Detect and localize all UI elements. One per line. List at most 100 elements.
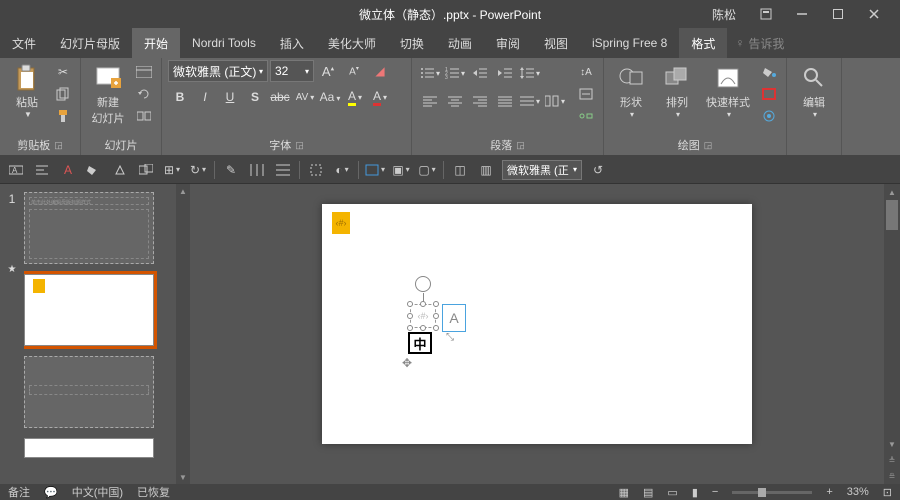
scroll-up-icon[interactable]: ▲ — [176, 184, 190, 198]
thumbnail-layout-1[interactable]: 单击此处编辑母版标题样式 — [24, 192, 154, 264]
qat-align-icon[interactable] — [32, 160, 52, 180]
shape-effects-button[interactable] — [758, 106, 780, 126]
qat-distribute-v-icon[interactable] — [273, 160, 293, 180]
thumbnail-layout-3[interactable] — [24, 356, 154, 428]
outdent-button[interactable] — [468, 62, 492, 84]
scroll-down-icon[interactable]: ▼ — [884, 436, 900, 452]
justify-button[interactable] — [493, 90, 517, 112]
shapes-button[interactable]: 形状▾ — [610, 60, 652, 123]
zoom-level[interactable]: 33% — [847, 486, 869, 498]
launcher-icon[interactable]: ◲ — [704, 140, 713, 151]
tab-insert[interactable]: 插入 — [268, 28, 316, 58]
columns-button[interactable]: ▾ — [543, 90, 567, 112]
shape-fill-button[interactable] — [758, 62, 780, 82]
distribute-button[interactable]: ▾ — [518, 90, 542, 112]
qat-arrange-icon[interactable]: ⊞▾ — [162, 160, 182, 180]
tab-nordri[interactable]: Nordri Tools — [180, 28, 268, 58]
launcher-icon[interactable]: ◲ — [295, 140, 304, 151]
maximize-button[interactable] — [820, 2, 856, 26]
tab-ispring[interactable]: iSpring Free 8 — [580, 28, 679, 58]
resize-handle-icon[interactable]: ⤡ — [446, 332, 454, 343]
qat-bring-front-icon[interactable]: ▣▾ — [391, 160, 411, 180]
shadow-button[interactable]: S — [243, 86, 267, 108]
line-spacing-button[interactable]: ▾ — [518, 62, 542, 84]
tab-beautify[interactable]: 美化大师 — [316, 28, 388, 58]
align-text-button[interactable] — [575, 84, 597, 104]
tab-transition[interactable]: 切换 — [388, 28, 436, 58]
section-button[interactable] — [133, 106, 155, 126]
qat-select-icon[interactable] — [306, 160, 326, 180]
arrange-button[interactable]: 排列▾ — [656, 60, 698, 123]
qat-font-select[interactable]: 微软雅黑 (正▾ — [502, 160, 582, 180]
grow-font-button[interactable]: A▴ — [316, 60, 340, 82]
prev-slide-icon[interactable]: ≜ — [884, 452, 900, 468]
indent-button[interactable] — [493, 62, 517, 84]
paste-button[interactable]: 粘贴 ▼ — [6, 60, 48, 123]
smartart-button[interactable] — [575, 106, 597, 126]
qat-shape-icon[interactable] — [110, 160, 130, 180]
qat-fill-icon[interactable] — [84, 160, 104, 180]
align-center-button[interactable] — [443, 90, 467, 112]
editor-scrollbar[interactable]: ▲ ▼ ≜ ≞ — [884, 184, 900, 484]
shape-outline-button[interactable] — [758, 84, 780, 104]
thumbnail-layout-4[interactable] — [24, 438, 154, 458]
italic-button[interactable]: I — [193, 86, 217, 108]
qat-textbox-icon[interactable]: A — [6, 160, 26, 180]
zoom-slider[interactable] — [732, 491, 812, 494]
strike-button[interactable]: abc — [268, 86, 292, 108]
font-size-select[interactable]: 32▾ — [270, 60, 314, 82]
clear-format-button[interactable]: ◢ — [368, 60, 392, 82]
view-reading-icon[interactable]: ▭ — [667, 486, 677, 499]
scroll-thumb[interactable] — [886, 200, 898, 230]
qat-distribute-h-icon[interactable] — [247, 160, 267, 180]
copy-button[interactable] — [52, 84, 74, 104]
scroll-down-icon[interactable]: ▼ — [176, 470, 190, 484]
highlight-button[interactable]: A▾ — [343, 86, 367, 108]
align-left-button[interactable] — [418, 90, 442, 112]
tab-review[interactable]: 审阅 — [484, 28, 532, 58]
slide-canvas[interactable]: ‹#› ‹#› A ⤡ 中 ✥ — [322, 204, 752, 444]
launcher-icon[interactable]: ◲ — [516, 140, 525, 151]
scroll-up-icon[interactable]: ▲ — [884, 184, 900, 200]
new-slide-button[interactable]: 新建 幻灯片 — [87, 60, 129, 130]
quick-styles-button[interactable]: 快速样式▾ — [702, 60, 754, 123]
bold-button[interactable]: B — [168, 86, 192, 108]
status-notes[interactable]: 备注 — [8, 484, 30, 500]
shrink-font-button[interactable]: A▾ — [342, 60, 366, 82]
spacing-button[interactable]: AV▾ — [293, 86, 317, 108]
tell-me[interactable]: ♀ 告诉我 — [735, 28, 784, 58]
layout-button[interactable] — [133, 62, 155, 82]
minimize-button[interactable] — [784, 2, 820, 26]
fit-window-icon[interactable]: ⊡ — [883, 486, 892, 499]
qat-eyedropper-icon[interactable]: ✎ — [221, 160, 241, 180]
font-name-select[interactable]: 微软雅黑 (正文)▾ — [168, 60, 268, 82]
text-edit-box[interactable]: A — [442, 304, 466, 332]
qat-merge-icon[interactable]: ◐▾ — [332, 160, 352, 180]
editing-button[interactable]: 编辑▾ — [793, 60, 835, 123]
launcher-icon[interactable]: ◲ — [54, 140, 63, 151]
tab-home[interactable]: 开始 — [132, 28, 180, 58]
qat-group-icon[interactable] — [136, 160, 156, 180]
tab-format[interactable]: 格式 — [679, 28, 727, 58]
rotate-handle-icon[interactable] — [415, 276, 431, 292]
qat-font-a-icon[interactable]: A — [58, 160, 78, 180]
reset-button[interactable] — [133, 84, 155, 104]
close-button[interactable] — [856, 2, 892, 26]
bullets-button[interactable]: ▾ — [418, 62, 442, 84]
qat-reset-icon[interactable]: ↺ — [588, 160, 608, 180]
case-button[interactable]: Aa▾ — [318, 86, 342, 108]
view-slideshow-icon[interactable]: ▮ — [692, 486, 698, 499]
zoom-out-button[interactable]: − — [712, 486, 718, 498]
align-right-button[interactable] — [468, 90, 492, 112]
thumbnail-layout-2[interactable] — [24, 274, 154, 346]
qat-outline-color-icon[interactable]: ▾ — [365, 160, 385, 180]
view-sorter-icon[interactable]: ▤ — [643, 486, 653, 499]
selected-placeholder[interactable]: ‹#› A ⤡ 中 ✥ — [410, 304, 436, 328]
tab-animation[interactable]: 动画 — [436, 28, 484, 58]
underline-button[interactable]: U — [218, 86, 242, 108]
next-slide-icon[interactable]: ≞ — [884, 468, 900, 484]
thumbnail-scrollbar[interactable]: ▲ ▼ — [176, 184, 190, 484]
font-color-button[interactable]: A▾ — [368, 86, 392, 108]
qat-send-back-icon[interactable]: ▢▾ — [417, 160, 437, 180]
tab-master[interactable]: 幻灯片母版 — [48, 28, 132, 58]
